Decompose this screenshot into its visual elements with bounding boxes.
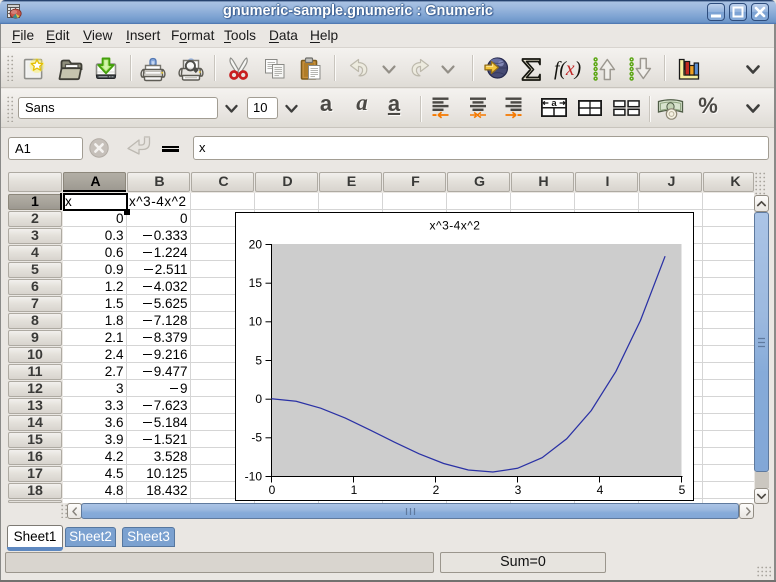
svg-text:x^3-4x^2: x^3-4x^2 [430,219,481,233]
svg-text:0: 0 [255,392,262,406]
svg-text:10: 10 [249,315,263,329]
svg-text:0: 0 [269,483,276,497]
svg-text:1: 1 [351,483,358,497]
svg-text:5: 5 [255,353,262,367]
svg-text:-10: -10 [245,469,263,483]
svg-text:15: 15 [249,276,263,290]
svg-text:5: 5 [679,483,686,497]
svg-text:a: a [551,98,557,109]
svg-text:4: 4 [597,483,604,497]
svg-text:-5: -5 [251,431,262,445]
svg-text:2: 2 [433,483,440,497]
svg-text:20: 20 [249,237,263,251]
svg-text:3: 3 [515,483,522,497]
